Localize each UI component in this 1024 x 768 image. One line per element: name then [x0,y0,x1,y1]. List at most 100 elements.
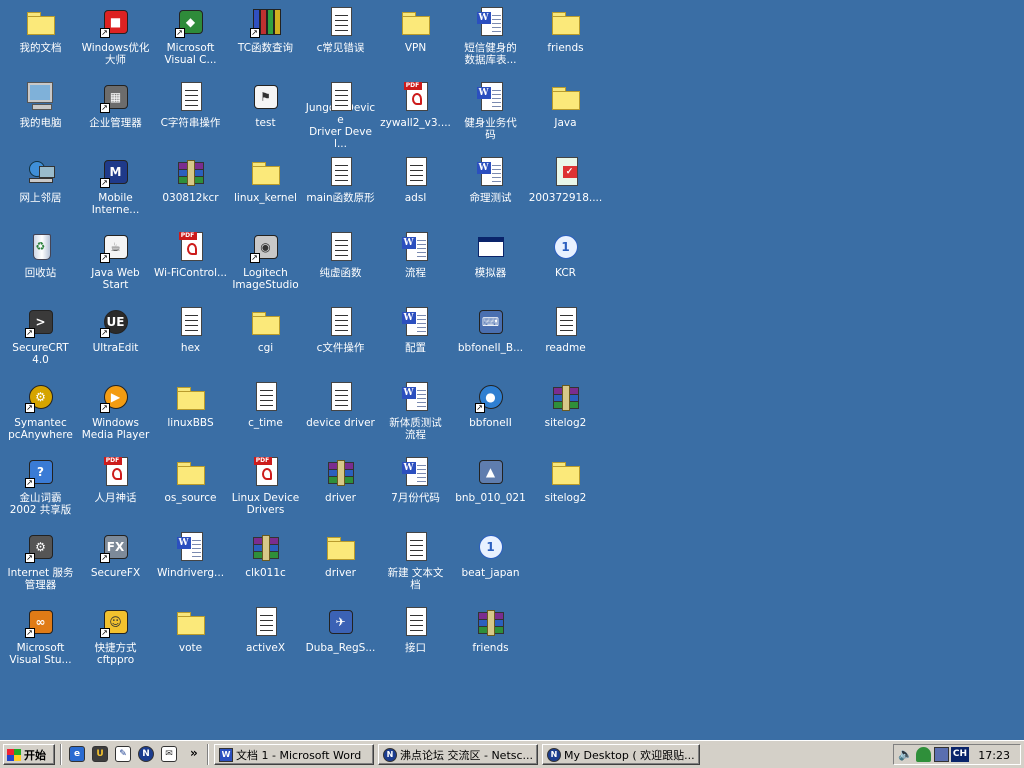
desktop-icon[interactable]: PDF 人月神话 [78,453,153,525]
enterprise-manager-icon: ▦ ↗ [99,81,132,113]
desktop-icon-label: bnb_010_021 [455,492,526,504]
ime-icon[interactable] [934,747,949,762]
desktop-icon[interactable]: adsl [378,153,453,225]
desktop-icon[interactable]: cgi [228,303,303,375]
desktop-icon[interactable]: c常见错误 [303,3,378,75]
desktop-icon[interactable]: c文件操作 [303,303,378,375]
text-file-icon [550,306,582,338]
desktop-icon[interactable]: Jungo - Device Driver Devel... [303,78,378,150]
task-button-netscape-forum[interactable]: N 沸点论坛 交流区 - Netsc... [378,744,538,765]
desktop-icon[interactable]: W 7月份代码 [378,453,453,525]
volume-icon[interactable]: 🔈 [898,747,913,762]
quick-launch-more-button[interactable]: » [190,746,198,760]
desktop-icon-label: device driver [306,417,375,429]
desktop-icon[interactable]: ☺ ↗ 快捷方式 cftppro [78,603,153,675]
desktop-icon-label: linux_kernel [234,192,297,204]
desktop-icon[interactable]: ⚙ ↗ Symantec pcAnywhere [3,378,78,450]
desktop-icon[interactable]: ■ ↗ Windows优化 大师 [78,3,153,75]
desktop-icon[interactable]: VPN [378,3,453,75]
desktop-icon[interactable]: W 短信健身的 数据库表... [453,3,528,75]
desktop-icon[interactable]: M ↗ Mobile Interne... [78,153,153,225]
desktop-icon[interactable]: readme [528,303,603,375]
desktop-icon[interactable]: ☕ ↗ Java Web Start [78,228,153,300]
desktop-icon[interactable]: W Windriverg... [153,528,228,600]
outlook-icon[interactable]: ✉ [161,746,177,762]
desktop-icon[interactable]: driver [303,453,378,525]
desktop-icon[interactable]: 回收站 [3,228,78,300]
desktop-icon[interactable]: activeX [228,603,303,675]
desktop-icon[interactable]: sitelog2 [528,453,603,525]
securecrt-icon: > ↗ [24,306,57,338]
desktop-icon[interactable]: ↗ TC函数查询 [228,3,303,75]
desktop-icon[interactable]: UE ↗ UltraEdit [78,303,153,375]
desktop-icon-label: TC函数查询 [237,42,294,54]
desktop-icon[interactable]: ✈ Duba_RegS... [303,603,378,675]
desktop-icon[interactable]: 模拟器 [453,228,528,300]
desktop-icon[interactable]: 纯虚函数 [303,228,378,300]
desktop-icon[interactable]: hex [153,303,228,375]
desktop-icon[interactable]: device driver [303,378,378,450]
desktop-icon-label: beat_japan [461,567,520,579]
folder-icon [175,606,207,638]
desktop-icon[interactable]: main函数原形 [303,153,378,225]
visual-c-icon: ◆ ↗ [174,6,207,38]
desktop-icon[interactable]: ⌨ bbfoneII_B... [453,303,528,375]
desktop-icon[interactable]: vote [153,603,228,675]
desktop-icon[interactable]: ● ↗ bbfoneII [453,378,528,450]
netscape-icon[interactable]: N [138,746,154,762]
desktop-icon[interactable]: W 新体质测试 流程 [378,378,453,450]
ultraedit-icon[interactable]: U [92,746,108,762]
ime-language-indicator[interactable]: CH [951,747,969,762]
desktop-icon[interactable]: friends [528,3,603,75]
desktop-icon[interactable]: Java [528,78,603,150]
ie-icon[interactable]: e [69,746,85,762]
desktop-icon[interactable]: W 流程 [378,228,453,300]
desktop-icon[interactable]: 网上邻居 [3,153,78,225]
desktop-icon[interactable]: PDF Wi-FiControl... [153,228,228,300]
task-button-my-desktop[interactable]: N My Desktop ( 欢迎跟贴... [542,744,700,765]
desktop-icon[interactable]: ▦ ↗ 企业管理器 [78,78,153,150]
desktop-icon[interactable]: ▲ bnb_010_021 [453,453,528,525]
desktop-icon[interactable]: 我的电脑 [3,78,78,150]
desktop-icon[interactable]: ⚑ test [228,78,303,150]
desktop-icon[interactable]: W 配置 [378,303,453,375]
desktop-icon[interactable]: ∞ ↗ Microsoft Visual Stu... [3,603,78,675]
desktop-icon[interactable]: linuxBBS [153,378,228,450]
desktop-icon[interactable]: driver [303,528,378,600]
desktop-icon[interactable]: C字符串操作 [153,78,228,150]
desktop-icon[interactable]: ⚙ ↗ Internet 服务 管理器 [3,528,78,600]
start-button[interactable]: 开始 [3,744,55,765]
network-icon[interactable] [916,747,931,762]
desktop-icon[interactable]: 1 KCR [528,228,603,300]
desktop-icon[interactable]: ? ↗ 金山词霸 2002 共享版 [3,453,78,525]
desktop-icon[interactable]: > ↗ SecureCRT 4.0 [3,303,78,375]
desktop-icon[interactable]: 030812kcr [153,153,228,225]
desktop-icon[interactable]: 新建 文本文 档 [378,528,453,600]
desktop-icon[interactable]: W 健身业务代 码 [453,78,528,150]
desktop-icon[interactable]: FX ↗ SecureFX [78,528,153,600]
desktop-icon[interactable]: ▶ ↗ Windows Media Player [78,378,153,450]
rar-archive-icon [475,606,507,638]
desktop-icon[interactable]: W 命理测试 [453,153,528,225]
desktop-icon[interactable]: 1 beat_japan [453,528,528,600]
desktop-icon-label: bbfoneII_B... [457,342,524,354]
desktop-icon[interactable]: friends [453,603,528,675]
desktop-icon[interactable]: ◆ ↗ Microsoft Visual C... [153,3,228,75]
desktop-icon-label: 企业管理器 [89,117,142,129]
notepad-icon[interactable]: ✎ [115,746,131,762]
desktop-icon[interactable]: c_time [228,378,303,450]
word-icon: W [219,747,233,762]
clock[interactable]: 17:23 [978,749,1010,762]
desktop-icon[interactable]: 接口 [378,603,453,675]
desktop-icon[interactable]: os_source [153,453,228,525]
desktop-icon[interactable]: ✓ 200372918.... [528,153,603,225]
desktop-icon[interactable]: linux_kernel [228,153,303,225]
task-button-word[interactable]: W 文档 1 - Microsoft Word [214,744,374,765]
desktop-icon[interactable]: ◉ ↗ Logitech ImageStudio [228,228,303,300]
desktop-icon[interactable]: PDF zywall2_v3.... [378,78,453,150]
desktop-icon[interactable]: 我的文档 [3,3,78,75]
desktop-icon[interactable]: clk011c [228,528,303,600]
desktop-icon[interactable]: sitelog2 [528,378,603,450]
desktop-icon[interactable]: PDF Linux Device Drivers [228,453,303,525]
desktop-icon-label: 回收站 [24,267,57,279]
